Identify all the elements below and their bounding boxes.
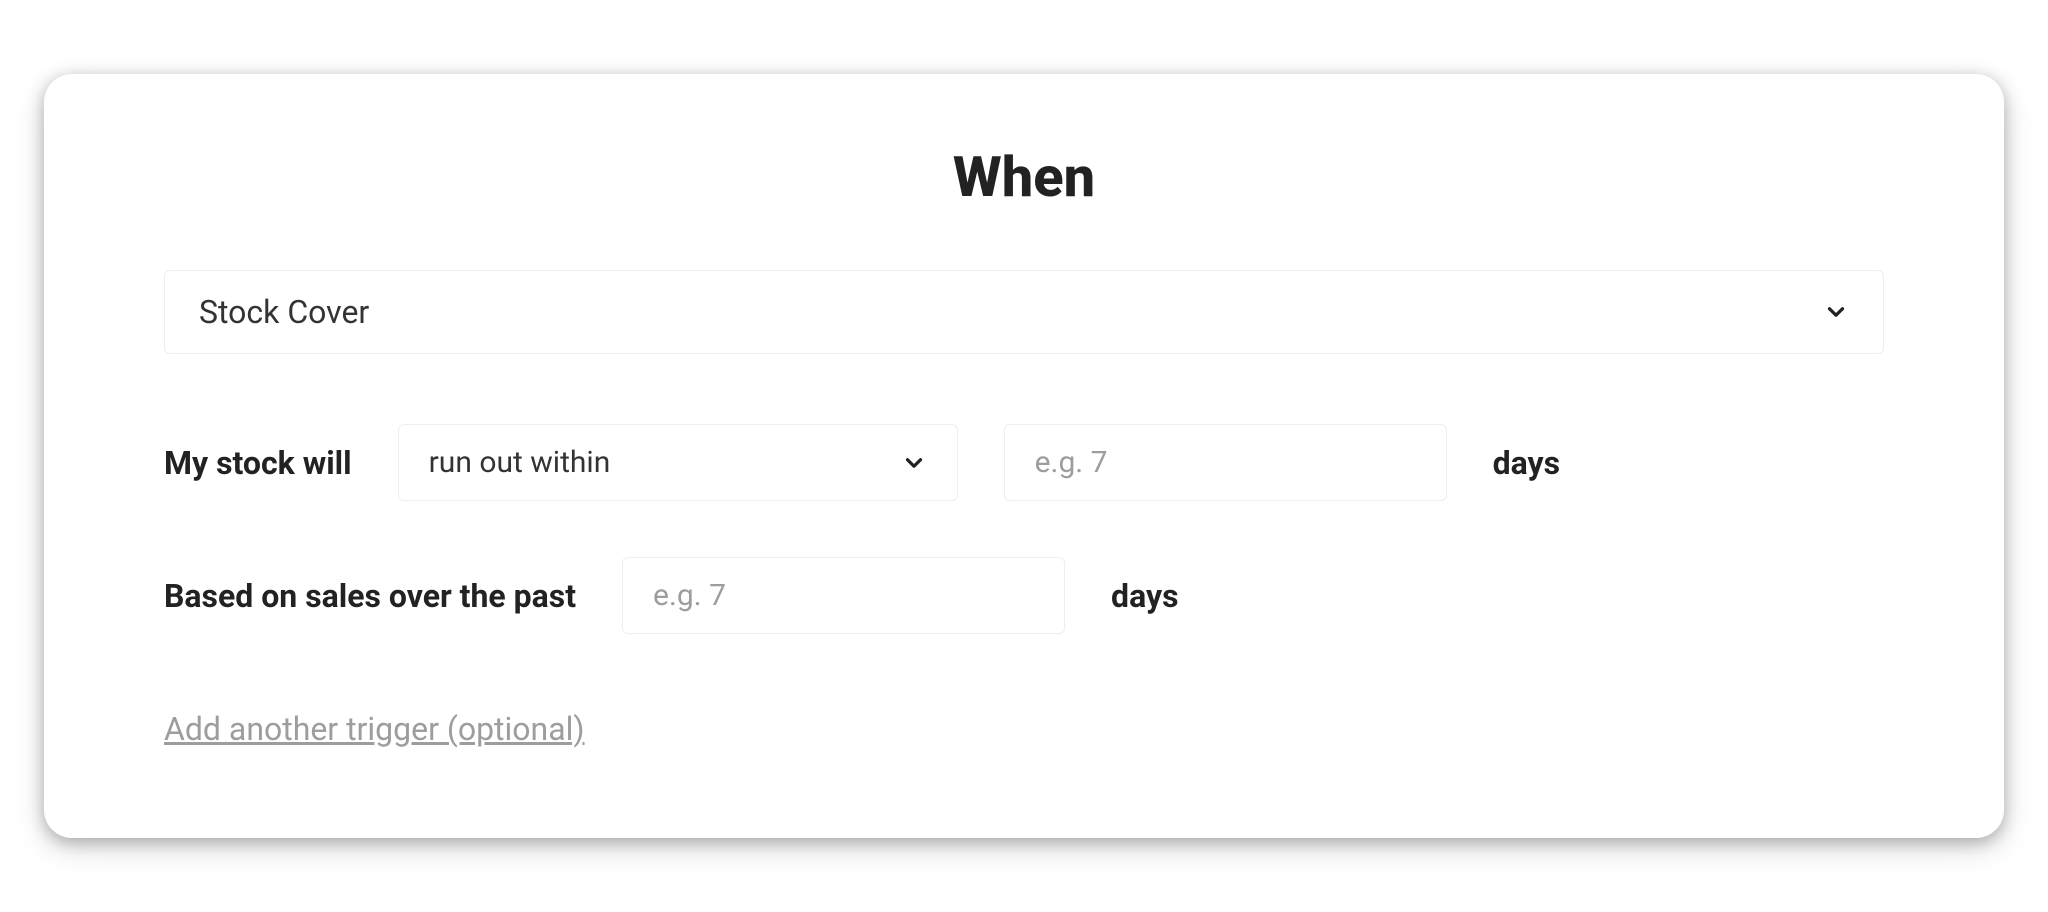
sales-days-input[interactable] (622, 557, 1065, 634)
runout-days-input[interactable] (1004, 424, 1447, 501)
when-card: When Stock Cover My stock will run out w… (44, 74, 2004, 838)
days-unit-1: days (1493, 444, 1560, 482)
days-unit-2: days (1111, 577, 1178, 615)
trigger-type-select[interactable]: Stock Cover (164, 270, 1884, 354)
condition-selected: run out within (429, 445, 611, 480)
based-on-label: Based on sales over the past (164, 577, 576, 615)
add-trigger-link[interactable]: Add another trigger (optional) (164, 710, 585, 748)
sales-basis-row: Based on sales over the past days (164, 557, 1884, 634)
chevron-down-icon (1823, 299, 1849, 325)
trigger-type-selected: Stock Cover (199, 293, 369, 331)
chevron-down-icon (901, 450, 927, 476)
stock-will-label: My stock will (164, 444, 352, 482)
condition-select[interactable]: run out within (398, 424, 958, 501)
section-title: When (164, 144, 1884, 210)
stock-condition-row: My stock will run out within days (164, 424, 1884, 501)
